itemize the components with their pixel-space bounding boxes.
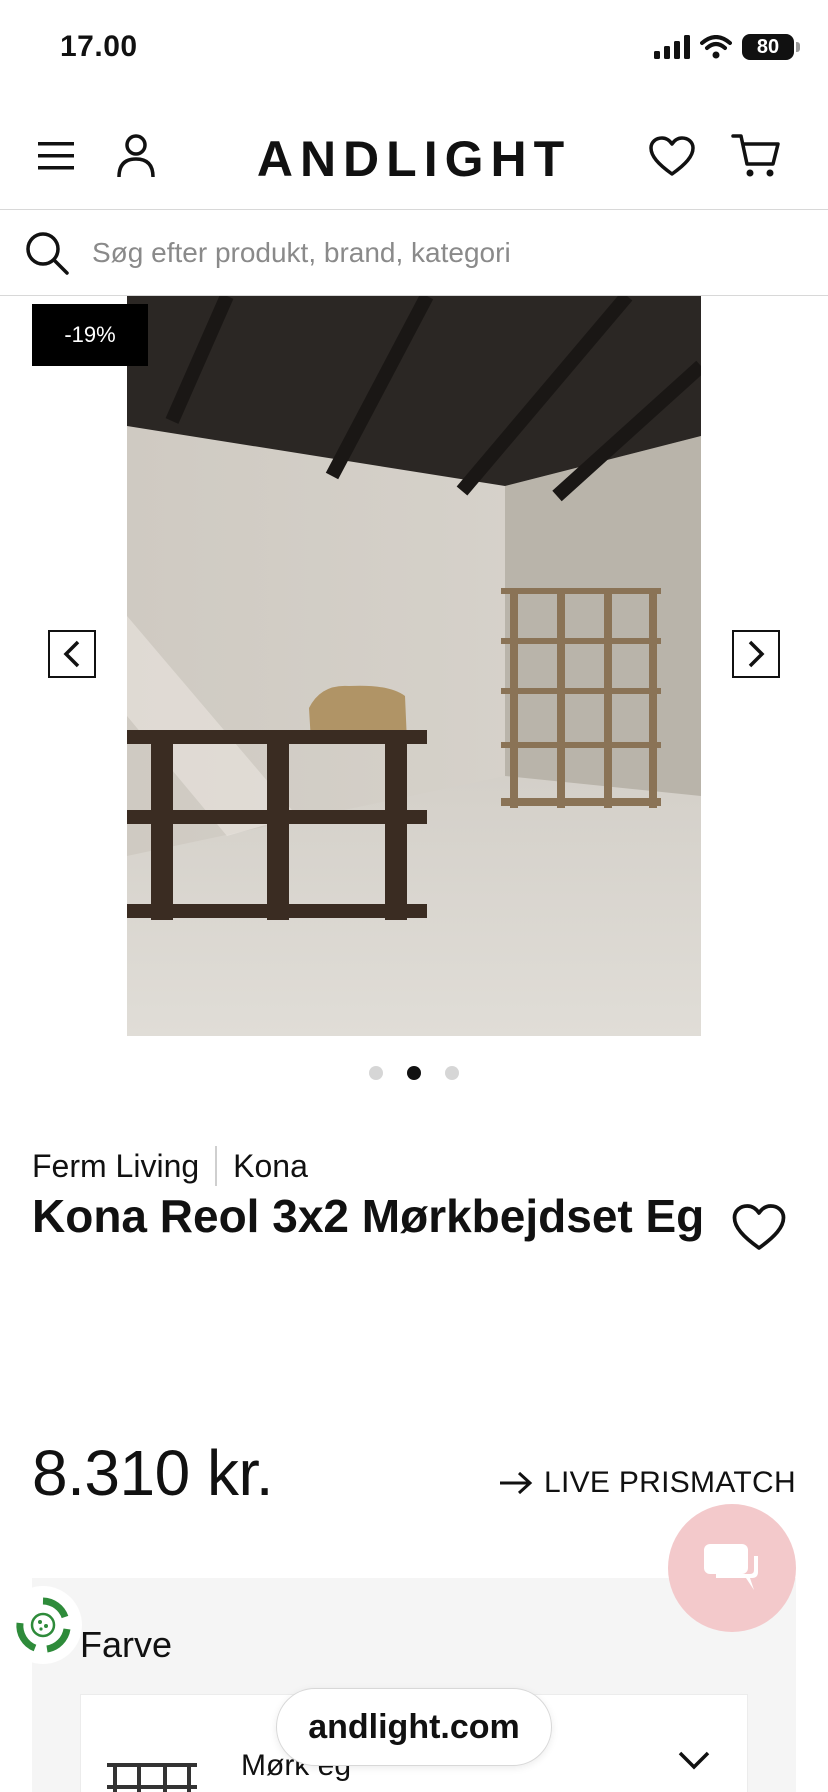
- wishlist-button[interactable]: [646, 130, 698, 182]
- product-price: 8.310 kr.: [32, 1437, 274, 1509]
- brand-link[interactable]: Ferm Living: [32, 1148, 199, 1185]
- chat-bubble-icon: [704, 1544, 758, 1590]
- search-icon[interactable]: [24, 230, 70, 276]
- variant-label: Farve: [80, 1624, 173, 1665]
- status-bar: 17.00 80: [0, 0, 828, 100]
- brand-row: Ferm Living Kona: [32, 1146, 308, 1186]
- gallery-pagination: [0, 1066, 828, 1080]
- live-prismatch-link[interactable]: LIVE PRISMATCH: [498, 1466, 796, 1500]
- battery-icon: 80: [742, 34, 800, 60]
- site-logo[interactable]: ANDLIGHT: [0, 130, 828, 188]
- chevron-left-icon: [63, 640, 80, 668]
- recycle-icon: [16, 1597, 71, 1653]
- prismatch-label: LIVE PRISMATCH: [543, 1466, 796, 1499]
- site-header: ANDLIGHT: [0, 100, 828, 210]
- product-gallery: -19%: [0, 296, 828, 1036]
- status-icons: 80: [654, 34, 800, 60]
- shelf-thumbnail-icon: [107, 1763, 197, 1792]
- chat-button[interactable]: [668, 1504, 796, 1632]
- product-image[interactable]: [127, 296, 701, 1036]
- cart-button[interactable]: [730, 130, 782, 182]
- series-link[interactable]: Kona: [233, 1148, 308, 1185]
- eco-badge[interactable]: [4, 1586, 82, 1664]
- status-time: 17.00: [60, 30, 138, 63]
- search-bar: [0, 210, 828, 296]
- cart-icon: [731, 134, 780, 177]
- pagination-dot[interactable]: [445, 1066, 459, 1080]
- chevron-down-icon: [678, 1751, 710, 1770]
- pagination-dot[interactable]: [369, 1066, 383, 1080]
- search-input[interactable]: [92, 228, 792, 278]
- signal-icon: [654, 35, 690, 59]
- heart-icon: [649, 136, 695, 176]
- next-image-button[interactable]: [732, 630, 780, 678]
- prev-image-button[interactable]: [48, 630, 96, 678]
- discount-badge: -19%: [32, 304, 148, 366]
- product-photo: [127, 296, 701, 1036]
- product-title: Kona Reol 3x2 Mørkbejdset Eg: [32, 1190, 705, 1242]
- chevron-right-icon: [748, 640, 765, 668]
- wifi-icon: [700, 35, 732, 59]
- add-to-wishlist-button[interactable]: [730, 1198, 788, 1256]
- heart-icon: [732, 1204, 786, 1250]
- arrow-right-icon: [499, 1471, 533, 1495]
- pagination-dot-active[interactable]: [407, 1066, 421, 1080]
- brand-divider: [215, 1146, 218, 1186]
- browser-url-bar[interactable]: andlight.com: [276, 1688, 552, 1766]
